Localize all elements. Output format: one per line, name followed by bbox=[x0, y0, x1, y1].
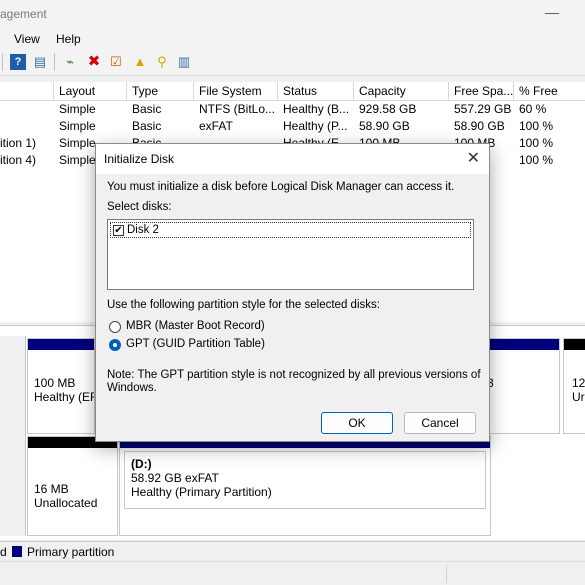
gpt-option[interactable]: GPT (GUID Partition Table) bbox=[109, 337, 329, 353]
partition-name: (D:) bbox=[131, 457, 152, 471]
column-header-file-system[interactable]: File System bbox=[194, 82, 278, 101]
cell-volume: ition 1) bbox=[0, 136, 37, 150]
title-bar: agement — bbox=[0, 0, 585, 28]
gpt-label: GPT (GUID Partition Table) bbox=[126, 338, 265, 350]
partition-status: Healthy (EFI bbox=[34, 390, 94, 404]
cell-percent-free: 60 % bbox=[519, 102, 547, 116]
partition-text: 3 bbox=[487, 376, 494, 390]
mbr-label: MBR (Master Boot Record) bbox=[126, 320, 265, 332]
mbr-radio[interactable] bbox=[109, 321, 121, 333]
partition-size: 100 MB bbox=[34, 376, 76, 390]
partition-main[interactable]: 3 bbox=[480, 338, 560, 434]
column-header-free-space[interactable]: Free Spa... bbox=[449, 82, 514, 101]
dialog-note-continued: Windows. bbox=[107, 382, 157, 394]
disk-checkbox[interactable]: ✔ bbox=[113, 225, 124, 236]
disk-2-label[interactable] bbox=[0, 434, 26, 536]
folder-up-icon[interactable]: ▲ bbox=[132, 54, 148, 70]
dialog-title-bar: Initialize Disk ✕ bbox=[96, 144, 489, 174]
partition-style-label: Use the following partition style for th… bbox=[107, 299, 380, 311]
cancel-button[interactable]: Cancel bbox=[404, 412, 476, 434]
column-header-capacity[interactable]: Capacity bbox=[354, 82, 449, 101]
cell-free-space: 58.90 GB bbox=[454, 119, 505, 133]
column-header-percent-free[interactable]: % Free bbox=[514, 82, 585, 101]
menu-view[interactable]: View bbox=[14, 32, 40, 46]
view-list-icon[interactable]: ▥ bbox=[176, 54, 192, 70]
cell-type: Basic bbox=[132, 102, 162, 116]
partition-size: 16 MB bbox=[34, 482, 69, 496]
toolbar: ? ▤ ⌁ ✖ ☑ ▲ ⚲ ▥ bbox=[0, 50, 585, 76]
ok-button[interactable]: OK bbox=[321, 412, 393, 434]
help-icon[interactable]: ? bbox=[10, 54, 26, 70]
connect-icon[interactable]: ⌁ bbox=[62, 54, 78, 70]
table-row[interactable]: Simple Basic exFAT Healthy (P... 58.90 G… bbox=[0, 118, 585, 135]
table-row[interactable]: Simple Basic NTFS (BitLo... Healthy (B..… bbox=[0, 101, 585, 118]
select-disks-label: Select disks: bbox=[107, 201, 172, 213]
column-header-status[interactable]: Status bbox=[278, 82, 354, 101]
cell-capacity: 929.58 GB bbox=[359, 102, 417, 116]
dialog-note: Note: The GPT partition style is not rec… bbox=[107, 369, 481, 381]
cell-layout: Simple bbox=[59, 119, 96, 133]
folder-search-icon[interactable]: ⚲ bbox=[154, 54, 170, 70]
legend-primary-swatch bbox=[12, 546, 22, 557]
disk-listbox[interactable]: ✔ Disk 2 bbox=[107, 219, 474, 290]
disk-list-item[interactable]: ✔ Disk 2 bbox=[110, 222, 471, 238]
partition-size: 12 bbox=[572, 376, 585, 390]
partition-status: Ur bbox=[572, 390, 585, 404]
cell-status: Healthy (P... bbox=[283, 119, 348, 133]
delete-icon[interactable]: ✖ bbox=[86, 54, 102, 70]
partition-recovery[interactable]: 12 Ur bbox=[563, 338, 585, 434]
cell-file-system: NTFS (BitLo... bbox=[199, 102, 276, 116]
partition-stripe bbox=[28, 339, 94, 350]
cell-type: Basic bbox=[132, 119, 162, 133]
column-header-volume[interactable] bbox=[0, 82, 54, 101]
cell-capacity: 58.90 GB bbox=[359, 119, 410, 133]
toolbar-separator bbox=[2, 53, 3, 71]
cell-percent-free: 100 % bbox=[519, 119, 554, 133]
status-bar bbox=[0, 561, 585, 585]
mbr-option[interactable]: MBR (Master Boot Record) bbox=[109, 319, 329, 335]
partition-size: 58.92 GB exFAT bbox=[131, 471, 219, 485]
window-title: agement bbox=[0, 7, 47, 21]
cell-free-space: 557.29 GB bbox=[454, 102, 512, 116]
partition-stripe bbox=[481, 339, 559, 350]
partition-efi[interactable]: 100 MB Healthy (EFI bbox=[27, 338, 95, 434]
minimize-button[interactable]: — bbox=[545, 4, 559, 20]
disk-0-label[interactable] bbox=[0, 336, 26, 436]
gpt-radio[interactable] bbox=[109, 339, 121, 351]
cell-volume: ition 4) bbox=[0, 153, 37, 167]
initialize-disk-dialog: Initialize Disk ✕ You must initialize a … bbox=[95, 143, 490, 442]
cell-file-system: exFAT bbox=[199, 119, 233, 133]
menu-help[interactable]: Help bbox=[56, 32, 81, 46]
cell-percent-free: 100 % bbox=[519, 136, 554, 150]
status-divider bbox=[446, 565, 447, 583]
check-icon[interactable]: ☑ bbox=[108, 54, 124, 70]
properties-icon[interactable]: ▤ bbox=[32, 54, 48, 70]
legend-unallocated-label: d bbox=[0, 545, 7, 559]
close-icon[interactable]: ✕ bbox=[467, 148, 480, 168]
legend-primary-label: Primary partition bbox=[27, 545, 115, 559]
cell-status: Healthy (B... bbox=[283, 102, 350, 116]
dialog-title: Initialize Disk bbox=[104, 152, 175, 166]
partition-status: Unallocated bbox=[34, 496, 98, 510]
dialog-message: You must initialize a disk before Logica… bbox=[107, 181, 455, 193]
disk-label: Disk 2 bbox=[127, 224, 159, 236]
menu-bar: View Help bbox=[0, 28, 585, 50]
toolbar-separator bbox=[54, 53, 55, 71]
partition-unallocated[interactable]: 16 MB Unallocated bbox=[27, 436, 118, 536]
legend: d Primary partition bbox=[0, 541, 585, 561]
cell-layout: Simple bbox=[59, 102, 96, 116]
partition-stripe bbox=[564, 339, 585, 350]
cell-percent-free: 100 % bbox=[519, 153, 554, 167]
partition-d[interactable]: (D:) 58.92 GB exFAT Healthy (Primary Par… bbox=[119, 436, 491, 536]
partition-status: Healthy (Primary Partition) bbox=[131, 485, 272, 499]
column-header-layout[interactable]: Layout bbox=[54, 82, 127, 101]
column-header-type[interactable]: Type bbox=[127, 82, 194, 101]
